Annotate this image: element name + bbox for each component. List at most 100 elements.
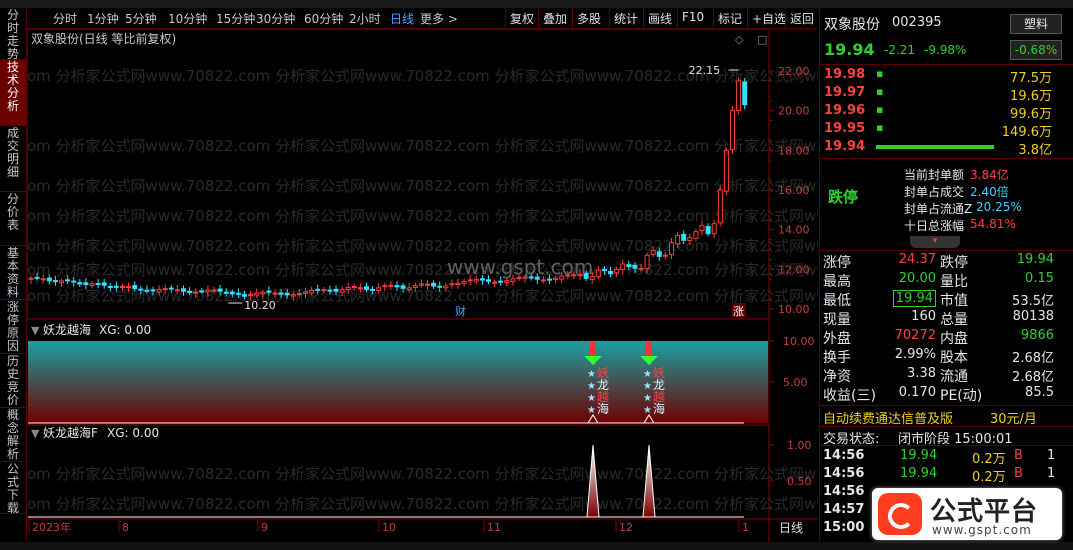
candle-body <box>730 110 735 151</box>
quote-label: 净资 <box>823 369 851 385</box>
candle-body <box>107 285 113 288</box>
toolbar-action-8[interactable]: 返回 <box>790 10 814 27</box>
divider <box>820 64 1073 65</box>
candle-body <box>132 285 138 290</box>
industry-badge[interactable]: 塑料 <box>1010 14 1062 34</box>
quote-panel: 双象股份 002395 塑料 19.94 -2.21 -9.98% -0.68%… <box>819 8 1073 542</box>
period-tab-5[interactable]: 30分钟 <box>256 10 295 27</box>
toolbar-action-3[interactable]: 统计 <box>614 10 638 27</box>
left-tab-7[interactable]: 概念解析 <box>0 408 26 462</box>
toolbar-separator <box>643 8 644 28</box>
quote-label: 收益(三) <box>823 388 876 404</box>
candle-body <box>364 286 369 290</box>
candle-body <box>626 264 632 268</box>
quote-value: 2.99% <box>894 347 936 362</box>
candle-body <box>437 285 443 288</box>
square-icon[interactable]: □ <box>757 33 767 46</box>
toolbar-separator <box>785 8 786 28</box>
left-tab-3[interactable]: 分价表 <box>0 192 26 246</box>
candle-body <box>59 280 64 284</box>
toolbar-separator <box>677 8 678 28</box>
quote-label: 最高 <box>823 274 851 290</box>
kline-chart[interactable]: om 分析家公式网www.70822.com 分析家公式网www.70822.c… <box>26 28 905 542</box>
divider <box>820 426 1073 427</box>
period-tab-7[interactable]: 2小时 <box>349 10 381 27</box>
quote-value: 24.37 <box>898 252 936 267</box>
collapse-chevron-icon[interactable]: ▾ <box>910 236 960 248</box>
background-watermark: om 分析家公式网www.70822.com 分析家公式网www.70822.c… <box>27 495 818 513</box>
finance-marker[interactable]: 财 <box>455 304 466 318</box>
indicator2-collapse-icon[interactable]: ▼ <box>31 427 40 440</box>
candle-body <box>742 81 748 106</box>
period-tab-4[interactable]: 15分钟 <box>216 10 255 27</box>
toolbar-action-6[interactable]: 标记 <box>718 10 742 27</box>
candle-body <box>400 285 406 289</box>
left-tab-5[interactable]: 涨停原因 <box>0 300 26 354</box>
period-tab-6[interactable]: 60分钟 <box>304 10 343 27</box>
left-tab-4[interactable]: 基本资料 <box>0 246 26 300</box>
period-tab-2[interactable]: 5分钟 <box>125 10 157 27</box>
toolbar-action-5[interactable]: F10 <box>682 10 704 24</box>
candle-body <box>242 294 247 297</box>
left-tab-1[interactable]: 技术分析 <box>0 60 26 126</box>
candle-body <box>638 267 644 270</box>
period-tab-3[interactable]: 10分钟 <box>168 10 207 27</box>
toolbar-action-7[interactable]: +自选 <box>752 10 786 27</box>
chart-area[interactable]: om 分析家公式网www.70822.com 分析家公式网www.70822.c… <box>26 28 905 542</box>
diamond-icon[interactable]: ◇ <box>735 33 744 46</box>
divider <box>820 158 1073 159</box>
candle-body <box>144 289 150 292</box>
indicator2-title[interactable]: 妖龙越海F <box>43 425 98 440</box>
toolbar-action-1[interactable]: 叠加 <box>543 10 567 27</box>
period-tab-0[interactable]: 分时 <box>53 10 77 27</box>
quote-label: 股本 <box>940 350 968 366</box>
candle-body <box>345 286 351 291</box>
candle-body <box>168 287 174 290</box>
left-tab-6[interactable]: 历史竞价 <box>0 354 26 408</box>
candle-body <box>181 288 186 292</box>
candle-body <box>95 283 101 286</box>
toolbar-action-0[interactable]: 复权 <box>510 10 534 27</box>
indicator1-collapse-icon[interactable]: ▼ <box>31 324 40 337</box>
quote-label: 最低 <box>823 293 851 309</box>
period-tab-1[interactable]: 1分钟 <box>87 10 119 27</box>
candle-body <box>315 288 321 291</box>
quote-value: 3.38 <box>907 366 936 381</box>
candle-body <box>351 286 357 289</box>
quote-label: 总量 <box>940 312 968 328</box>
candle-body <box>376 287 382 292</box>
candle-body <box>290 294 296 297</box>
signal-arrow-stem <box>646 342 652 356</box>
order-price: 19.94 <box>824 139 866 154</box>
promo-text[interactable]: 自动续费通达信普及版 <box>823 408 953 427</box>
candle-body <box>162 288 168 291</box>
x-tick-label: 11 <box>487 521 501 534</box>
period-tab-9[interactable]: 更多 > <box>420 10 458 27</box>
candle-body <box>455 282 461 286</box>
tick-volume: 0.2万 <box>972 452 1006 467</box>
quote-label: 内盘 <box>940 331 968 347</box>
tick-price: 19.94 <box>900 466 938 481</box>
x-period-label[interactable]: 日线 <box>779 521 803 535</box>
candle-body <box>382 285 388 288</box>
sector-pct-badge[interactable]: -0.68% <box>1010 40 1062 60</box>
limit-info-label: 当前封单额 <box>904 168 965 182</box>
indicator1-title[interactable]: 妖龙越海 <box>43 322 91 337</box>
left-tab-2[interactable]: 成交明细 <box>0 126 26 192</box>
signal-star-icon: ★ <box>643 369 652 380</box>
toolbar-action-2[interactable]: 多股 <box>577 10 601 27</box>
signal-star-icon: ★ <box>643 405 652 416</box>
left-tab-0[interactable]: 分时走势 <box>0 8 26 61</box>
quote-label: 流通 <box>940 369 968 385</box>
candle-body <box>425 283 430 286</box>
candle-body <box>65 279 71 282</box>
left-tab-bar: 分时走势 技术分析 成交明细 分价表 基本资料 涨停原因 历史竞价 概念解析 公式下载 <box>0 8 27 542</box>
quote-label: 市值 <box>940 293 968 309</box>
promo-price[interactable]: 30元/月 <box>990 408 1037 427</box>
toolbar-action-4[interactable]: 画线 <box>648 10 672 27</box>
limit-up-marker[interactable]: 涨 <box>733 305 744 318</box>
candle-body <box>52 280 58 283</box>
left-tab-8[interactable]: 公式下载 <box>0 462 26 515</box>
tick-time: 14:56 <box>823 466 865 481</box>
period-tab-8[interactable]: 日线 <box>390 10 414 27</box>
